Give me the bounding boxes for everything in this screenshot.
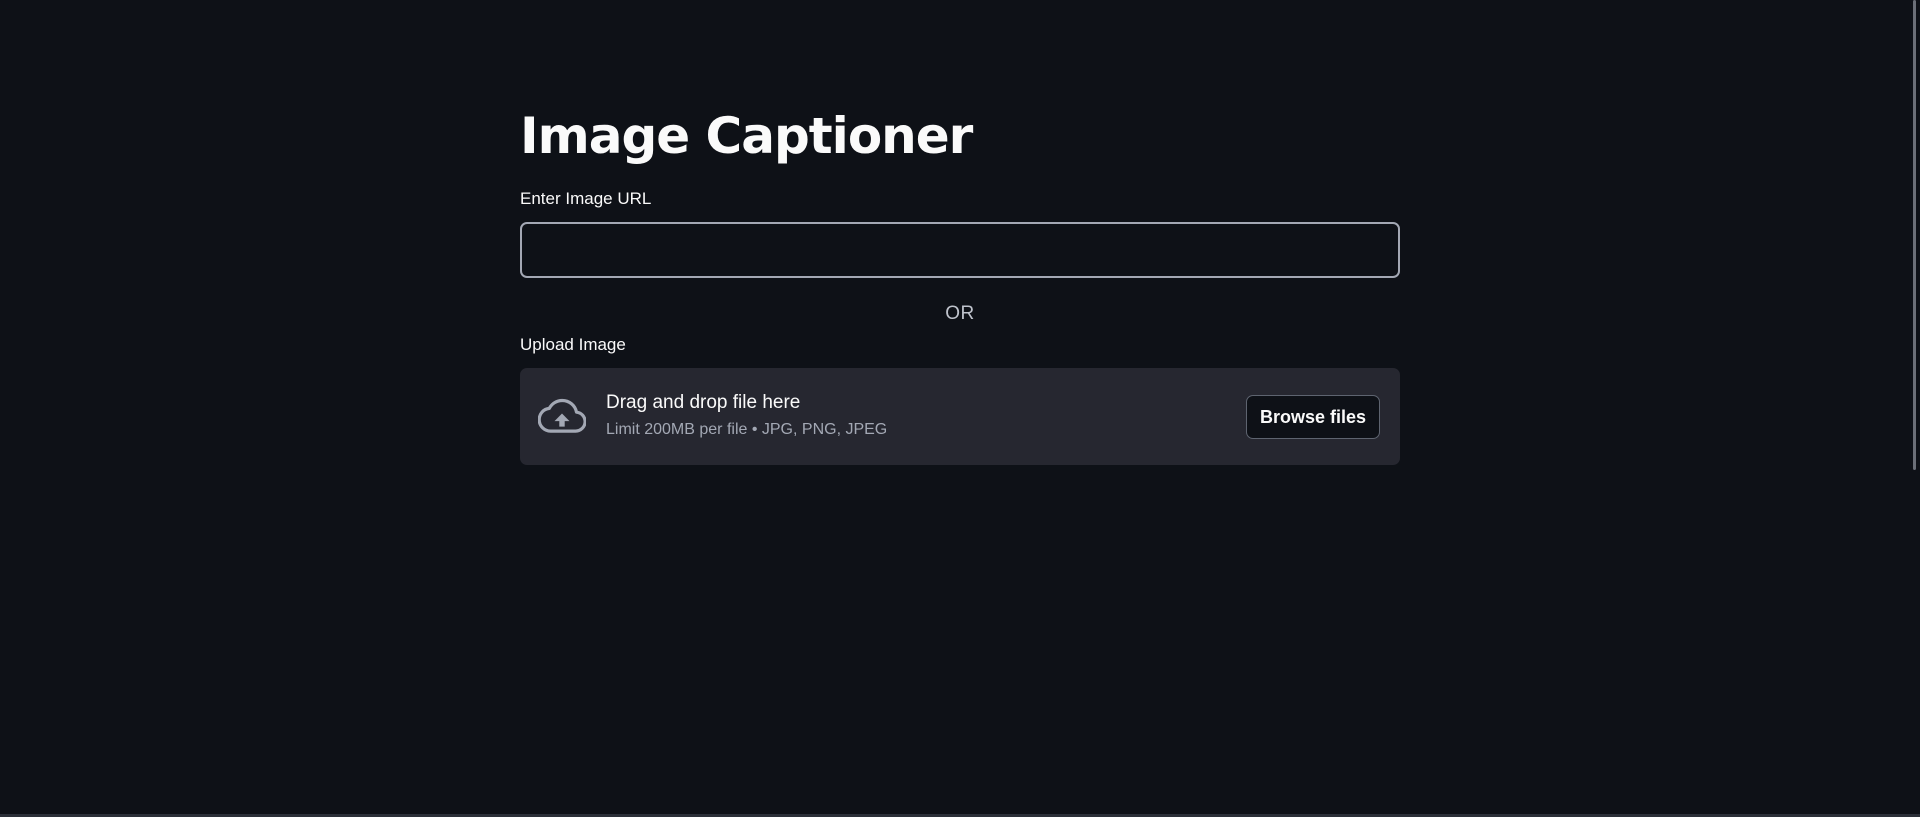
main-content: Image Captioner Enter Image URL OR Uploa… xyxy=(520,96,1400,465)
app-page: Image Captioner Enter Image URL OR Uploa… xyxy=(0,0,1920,817)
or-separator: OR xyxy=(945,303,975,324)
url-input-label: Enter Image URL xyxy=(520,189,652,208)
page-title: Image Captioner xyxy=(520,107,973,165)
browse-files-button[interactable]: Browse files xyxy=(1245,395,1380,439)
dropzone-instructions: Drag and drop file here Limit 200MB per … xyxy=(606,390,887,440)
drop-text: Drag and drop file here xyxy=(606,392,801,413)
page-scrollbar[interactable] xyxy=(1913,0,1916,470)
cloud-upload-icon xyxy=(537,396,587,436)
file-dropzone[interactable]: Drag and drop file here Limit 200MB per … xyxy=(520,368,1400,465)
image-url-input[interactable] xyxy=(520,222,1400,278)
file-limit-text: Limit 200MB per file • JPG, PNG, JPEG xyxy=(606,421,888,438)
upload-image-label: Upload Image xyxy=(520,335,626,354)
